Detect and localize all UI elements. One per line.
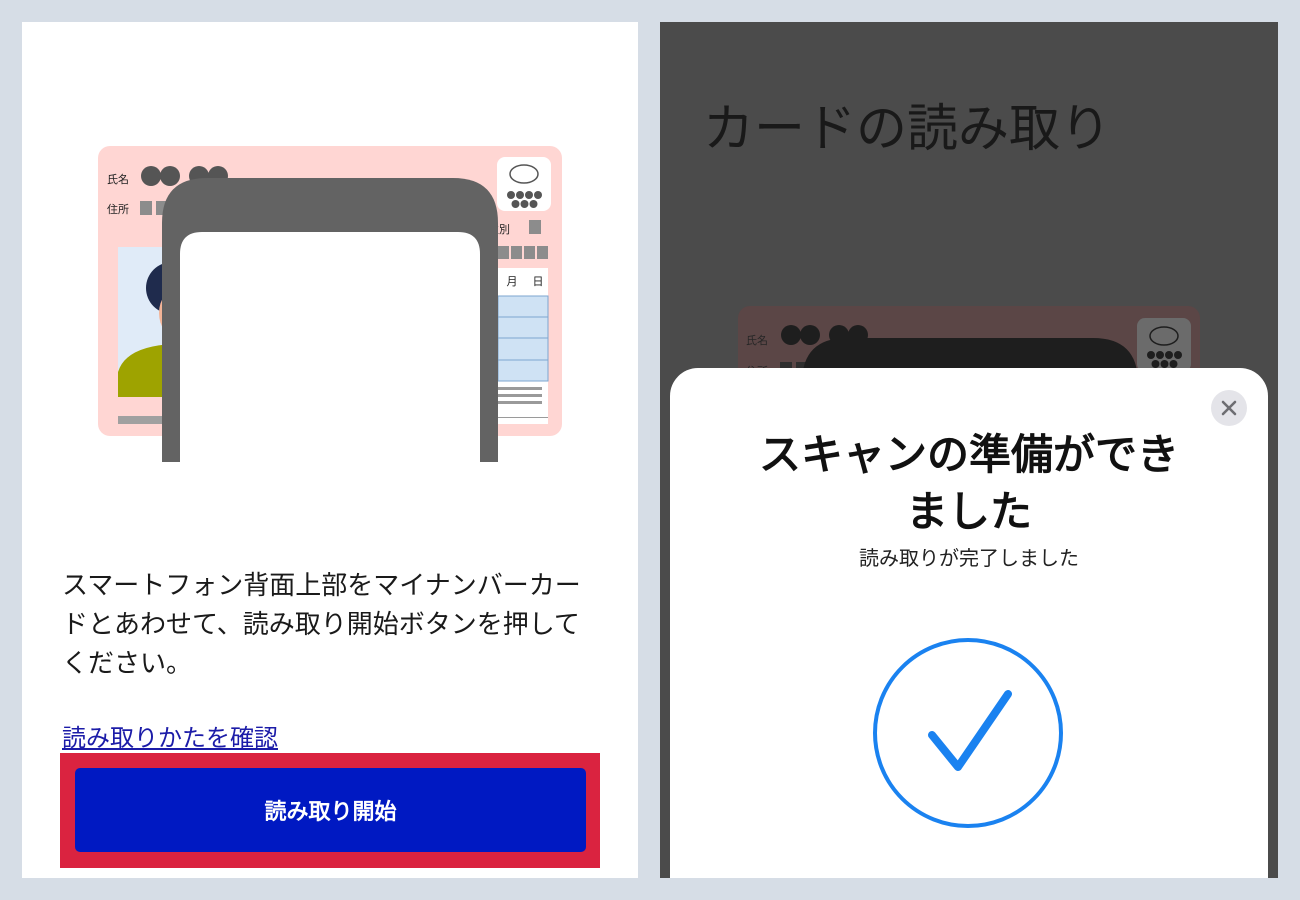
- dimmed-card-chip-icon: [1137, 318, 1191, 372]
- card-detail-table: [497, 295, 549, 382]
- scan-ready-sheet: スキャンの準備ができました 読み取りが完了しました: [670, 368, 1268, 878]
- instruction-text: スマートフォン背面上部をマイナンバーカードとあわせて、読み取り開始ボタンを押して…: [62, 571, 581, 679]
- card-reading-illustration: 氏名 住所 性別 月 日: [98, 146, 562, 462]
- left-screen: 氏名 住所 性別 月 日 スマートフォン背面上部をマイナンバーカードとあわせて、…: [22, 22, 638, 878]
- card-month-label: 月: [507, 275, 518, 288]
- start-reading-button-label: 読み取り開始: [264, 800, 397, 825]
- smartphone-screen: [180, 232, 480, 462]
- dimmed-card-name-label: 氏名: [746, 333, 768, 347]
- right-screen: カードの読み取り 氏名 住所: [660, 22, 1278, 878]
- close-button[interactable]: [1211, 390, 1247, 426]
- close-icon: [1221, 400, 1237, 416]
- sex-placeholder-block: [529, 220, 541, 234]
- check-circle: [873, 638, 1063, 828]
- start-reading-button[interactable]: 読み取り開始: [75, 768, 586, 852]
- sheet-subtitle: 読み取りが完了しました: [859, 546, 1079, 570]
- card-name-label: 氏名: [107, 172, 129, 186]
- check-mark: [928, 690, 1012, 771]
- card-address-label: 住所: [107, 202, 129, 216]
- sheet-title: スキャンの準備ができました: [758, 430, 1179, 536]
- card-day-label: 日: [533, 275, 544, 288]
- how-to-read-link[interactable]: 読み取りかたを確認: [62, 723, 278, 753]
- checkmark-circle-icon: [873, 638, 1063, 828]
- card-chip-icon: [497, 157, 551, 211]
